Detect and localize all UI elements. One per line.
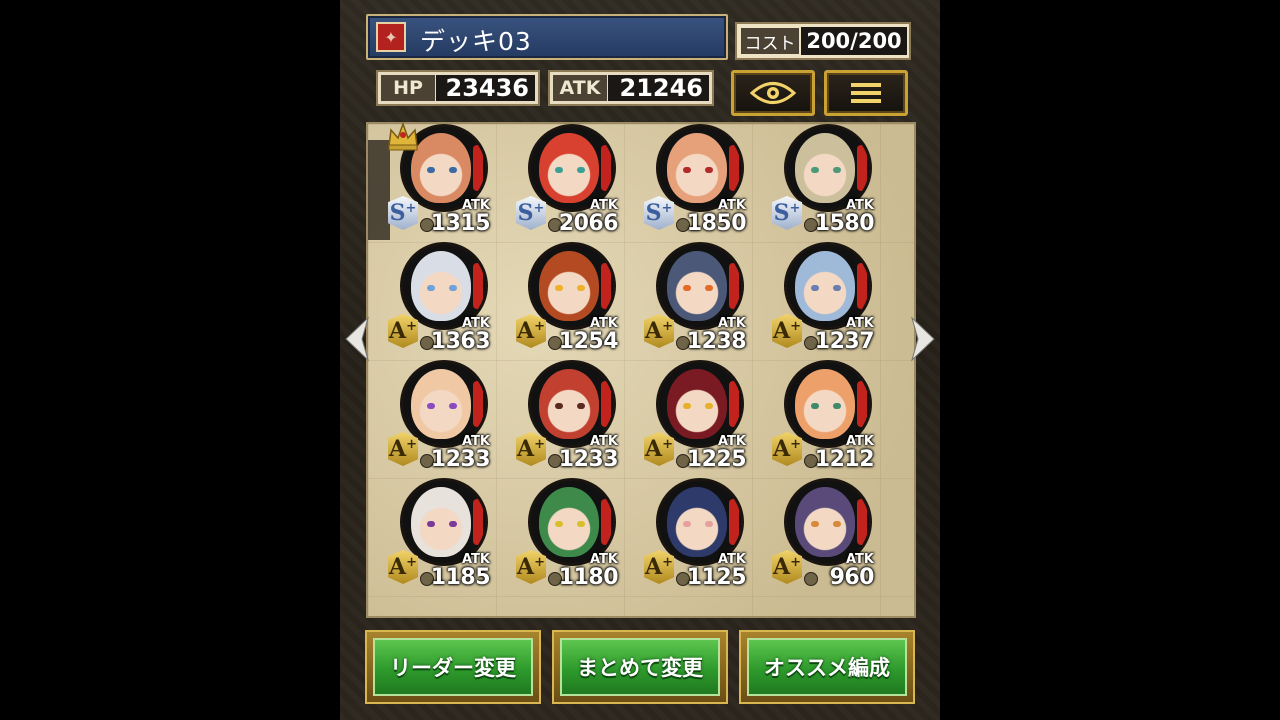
unit-atk-value: 1233 xyxy=(558,447,619,472)
rarity-plus: + xyxy=(661,200,673,216)
unit-card[interactable]: A + ATK 1233 xyxy=(368,356,496,474)
rarity-plus: + xyxy=(406,318,417,334)
unit-atk-value: 1315 xyxy=(430,211,491,236)
rarity-plus: + xyxy=(790,554,801,570)
unit-atk-value: 1180 xyxy=(558,565,619,590)
rarity-badge: A + xyxy=(772,550,802,584)
rarity-badge: A + xyxy=(772,314,802,348)
unit-atk-value: 1850 xyxy=(686,211,747,236)
rarity-badge: A + xyxy=(516,432,546,466)
rarity-plus: + xyxy=(662,554,673,570)
rarity-plus: + xyxy=(662,436,673,452)
unit-card[interactable]: A + ATK 1237 xyxy=(752,238,880,356)
unit-card[interactable]: A + ATK 1125 xyxy=(624,474,752,592)
unit-atk-value: 1363 xyxy=(430,329,491,354)
rarity-badge: A + xyxy=(388,314,418,348)
unit-atk-value: 1125 xyxy=(686,565,747,590)
unit-atk-value: 1238 xyxy=(686,329,747,354)
unit-atk-value: 1254 xyxy=(558,329,619,354)
deck-title: デッキ03 xyxy=(420,27,532,56)
list-icon xyxy=(851,83,881,103)
unit-card[interactable]: S + ATK 1580 xyxy=(752,120,880,238)
rarity-plus: + xyxy=(789,200,801,216)
next-page-arrow-icon[interactable] xyxy=(906,314,940,364)
unit-card[interactable]: A + ATK 1363 xyxy=(368,238,496,356)
view-button[interactable] xyxy=(731,70,815,116)
rarity-badge: S + xyxy=(644,196,674,230)
unit-atk-value: 1580 xyxy=(814,211,875,236)
unit-atk-value: 2066 xyxy=(558,211,619,236)
rarity-badge: A + xyxy=(516,314,546,348)
rarity-plus: + xyxy=(534,318,545,334)
rarity-plus: + xyxy=(533,200,545,216)
recommended-formation-button[interactable]: オススメ編成 xyxy=(739,630,915,704)
atk-label: ATK xyxy=(553,75,607,101)
dragon-icon: ✦ xyxy=(376,22,406,52)
change-leader-label: リーダー変更 xyxy=(373,638,533,696)
unit-atk-value: 1233 xyxy=(430,447,491,472)
rarity-plus: + xyxy=(406,554,417,570)
cost-value: 200/200 xyxy=(801,27,907,55)
atk-value: 21246 xyxy=(608,74,709,102)
batch-change-button[interactable]: まとめて変更 xyxy=(552,630,728,704)
rarity-badge: A + xyxy=(644,432,674,466)
leader-crown-icon xyxy=(388,121,418,151)
unit-card[interactable]: A + ATK 1212 xyxy=(752,356,880,474)
eye-icon xyxy=(750,82,796,104)
menu-button[interactable] xyxy=(824,70,908,116)
rarity-plus: + xyxy=(406,436,417,452)
cost-label: コスト xyxy=(741,28,799,54)
unit-atk-value: 960 xyxy=(829,565,875,590)
deck-name-bar[interactable]: ✦ デッキ03 xyxy=(366,14,728,60)
rarity-plus: + xyxy=(534,554,545,570)
prev-page-arrow-icon[interactable] xyxy=(340,314,374,364)
rarity-badge: S + xyxy=(772,196,802,230)
rarity-plus: + xyxy=(790,318,801,334)
rarity-plus: + xyxy=(662,318,673,334)
unit-card[interactable]: A + ATK 1185 xyxy=(368,474,496,592)
unit-card[interactable]: A + ATK 1180 xyxy=(496,474,624,592)
unit-card[interactable]: A + ATK 960 xyxy=(752,474,880,592)
rarity-badge: A + xyxy=(644,550,674,584)
unit-atk-value: 1237 xyxy=(814,329,875,354)
rarity-badge: A + xyxy=(388,550,418,584)
unit-card[interactable]: A + ATK 1238 xyxy=(624,238,752,356)
rarity-plus: + xyxy=(534,436,545,452)
rarity-badge: S + xyxy=(516,196,546,230)
atk-stat: ATK 21246 xyxy=(548,70,714,106)
rarity-badge: S + xyxy=(388,196,418,230)
change-leader-button[interactable]: リーダー変更 xyxy=(365,630,541,704)
batch-change-label: まとめて変更 xyxy=(560,638,720,696)
unit-card[interactable]: A + ATK 1254 xyxy=(496,238,624,356)
cost-box: コスト 200/200 xyxy=(735,22,911,60)
hp-stat: HP 23436 xyxy=(376,70,540,106)
unit-card[interactable]: A + ATK 1225 xyxy=(624,356,752,474)
unit-atk-value: 1212 xyxy=(814,447,875,472)
lock-icon xyxy=(804,572,818,586)
rarity-badge: A + xyxy=(772,432,802,466)
hp-label: HP xyxy=(381,75,435,101)
recommended-formation-label: オススメ編成 xyxy=(747,638,907,696)
unit-card[interactable]: A + ATK 1233 xyxy=(496,356,624,474)
unit-atk-value: 1185 xyxy=(430,565,491,590)
unit-card[interactable]: S + ATK 1850 xyxy=(624,120,752,238)
rarity-plus: + xyxy=(405,200,417,216)
rarity-badge: A + xyxy=(388,432,418,466)
rarity-plus: + xyxy=(790,436,801,452)
rarity-badge: A + xyxy=(644,314,674,348)
rarity-badge: A + xyxy=(516,550,546,584)
unit-card[interactable]: S + ATK 2066 xyxy=(496,120,624,238)
unit-atk-value: 1225 xyxy=(686,447,747,472)
hp-value: 23436 xyxy=(436,74,535,102)
